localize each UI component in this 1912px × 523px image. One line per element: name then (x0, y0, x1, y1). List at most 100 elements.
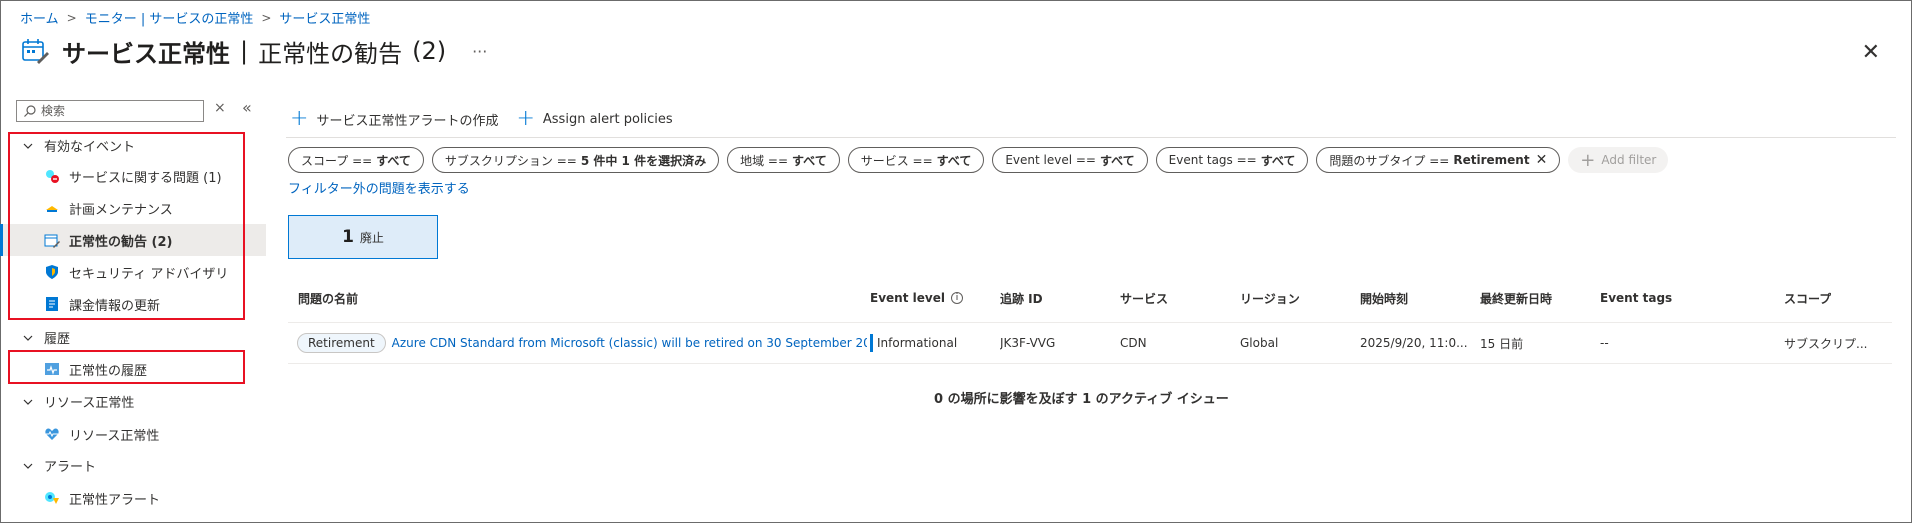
alert-icon (44, 490, 60, 506)
filter-key: サブスクリプション == (444, 153, 577, 168)
search-input[interactable] (41, 104, 191, 118)
collapse-sidebar-button[interactable]: « (242, 98, 252, 117)
filter-scope[interactable]: スコープ == すべて (288, 147, 424, 173)
assign-alert-policies-button[interactable]: + Assign alert policies (516, 108, 672, 130)
filter-bar: スコープ == すべて サブスクリプション == 5 件中 1 件を選択済み 地域 … (288, 147, 1669, 173)
filter-event-tags[interactable]: Event tags == すべて (1155, 147, 1309, 173)
plus-icon: + (290, 106, 309, 131)
search-icon (24, 105, 36, 117)
add-filter-button[interactable]: + Add filter (1568, 147, 1669, 173)
remove-filter-icon[interactable]: ✕ (1536, 152, 1548, 168)
filter-key: サービス == (860, 153, 933, 168)
column-header-last-updated[interactable]: 最終更新日時 (1480, 284, 1552, 312)
chevron-down-icon (23, 463, 33, 469)
group-label: リソース正常性 (44, 396, 135, 411)
sidebar-item-resource-health[interactable]: リソース正常性 (0, 418, 266, 450)
command-bar: + サービス正常性アラートの作成 + Assign alert policies (290, 108, 673, 130)
filter-value: すべて (1099, 153, 1135, 168)
filter-subscription[interactable]: サブスクリプション == 5 件中 1 件を選択済み (431, 147, 720, 173)
filter-event-level[interactable]: Event level == すべて (992, 147, 1148, 173)
highlight-box-active-events (8, 132, 245, 320)
column-header-tracking-id[interactable]: 追跡 ID (1000, 284, 1043, 312)
region-cell: Global (1240, 336, 1279, 350)
retirement-badge: Retirement (297, 333, 386, 353)
issue-name-cell: Retirement Azure CDN Standard from Micro… (297, 323, 867, 363)
add-filter-label: Add filter (1601, 153, 1657, 167)
column-header-region[interactable]: リージョン (1240, 284, 1300, 312)
service-health-icon (22, 39, 49, 64)
sidebar-item-label: リソース正常性 (69, 428, 160, 444)
breadcrumb-home[interactable]: ホーム (20, 8, 59, 27)
scope-cell: サブスクリプ... (1784, 336, 1868, 351)
column-header-event-tags[interactable]: Event tags (1600, 284, 1672, 312)
close-button[interactable]: ✕ (1862, 40, 1880, 65)
filter-key: Event level == (1005, 153, 1096, 167)
column-header-label: Event level (870, 291, 945, 305)
filter-value: すべて (1260, 153, 1296, 168)
issue-link[interactable]: Azure CDN Standard from Microsoft (class… (392, 336, 867, 350)
command-label: Assign alert policies (542, 111, 673, 127)
event-tags-cell: -- (1600, 336, 1609, 350)
sidebar: × « 有効なイベント サービスに関する問題 (1) 計画メンテナンス 正常性の… (0, 96, 266, 523)
group-alerts[interactable]: アラート (22, 456, 96, 475)
start-time-cell: 2025/9/20, 11:0... (1360, 336, 1468, 350)
info-icon[interactable]: i (950, 292, 963, 304)
filter-value: すべて (936, 153, 972, 168)
filter-key: Event tags == (1168, 153, 1257, 167)
breadcrumb-separator: > (261, 10, 272, 25)
event-level-cell: Informational (870, 323, 957, 363)
chevron-down-icon (23, 335, 33, 341)
create-health-alert-button[interactable]: + サービス正常性アラートの作成 (290, 108, 498, 130)
breadcrumb-monitor[interactable]: モニター | サービスの正常性 (85, 8, 254, 27)
filter-service[interactable]: サービス == すべて (847, 147, 985, 173)
more-options-button[interactable]: ··· (472, 42, 487, 61)
summary-tile-retirement[interactable]: 1 廃止 (288, 215, 438, 259)
filter-value: 5 件中 1 件を選択済み (580, 153, 707, 168)
filter-key: 問題のサブタイプ == (1329, 153, 1450, 168)
group-label: アラート (44, 460, 97, 475)
level-indicator (870, 334, 873, 352)
last-updated-cell: 15 日前 (1480, 336, 1524, 351)
window-frame (0, 0, 1912, 523)
plus-icon: + (1580, 149, 1596, 171)
column-header-start-time[interactable]: 開始時刻 (1360, 284, 1408, 312)
plus-icon: + (516, 106, 535, 131)
highlight-box-history (8, 350, 245, 384)
column-header-name[interactable]: 問題の名前 (298, 284, 358, 312)
table-header: 問題の名前 Event level i 追跡 ID サービス リージョン 開始時… (288, 284, 1892, 312)
page-header: サービス正常性 | 正常性の勧告 (2) ··· (20, 34, 487, 68)
breadcrumb-separator: > (66, 10, 77, 25)
tracking-id-cell: JK3F-VVG (1000, 336, 1056, 350)
column-header-service[interactable]: サービス (1120, 284, 1168, 312)
group-label: 履歴 (44, 332, 71, 347)
heart-pulse-icon (44, 426, 60, 442)
filter-key: スコープ == (301, 153, 373, 168)
page-title: サービス正常性 (62, 39, 230, 68)
divider (286, 137, 1896, 138)
title-separator: | (240, 37, 249, 65)
group-history[interactable]: 履歴 (22, 328, 70, 347)
clear-search-button[interactable]: × (214, 100, 226, 116)
page-subtitle: 正常性の勧告 (258, 39, 403, 68)
active-issues-summary: 0 の場所に影響を及ぼす 1 のアクティブ イシュー (934, 392, 1229, 407)
group-resource-health[interactable]: リソース正常性 (22, 392, 134, 411)
filter-region[interactable]: 地域 == すべて (727, 147, 840, 173)
sidebar-search[interactable] (16, 100, 204, 122)
command-label: サービス正常性アラートの作成 (316, 113, 499, 129)
filter-issue-subtype[interactable]: 問題のサブタイプ == Retirement ✕ (1316, 147, 1561, 173)
chevron-down-icon (23, 399, 33, 405)
table-row[interactable]: Retirement Azure CDN Standard from Micro… (288, 322, 1892, 364)
sidebar-item-label: 正常性アラート (69, 492, 161, 508)
show-filtered-out-link[interactable]: フィルター外の問題を表示する (288, 178, 470, 197)
title-count: (2) (412, 37, 447, 65)
breadcrumb-service-health[interactable]: サービス正常性 (279, 8, 370, 27)
filter-value: すべて (792, 153, 827, 168)
filter-key: 地域 == (740, 153, 789, 168)
column-header-event-level[interactable]: Event level i (870, 284, 963, 312)
summary-count: 1 (342, 227, 354, 247)
sidebar-item-health-alerts[interactable]: 正常性アラート (0, 482, 266, 514)
summary-label: 廃止 (359, 230, 384, 245)
column-header-scope[interactable]: スコープ (1784, 284, 1831, 312)
breadcrumb: ホーム > モニター | サービスの正常性 > サービス正常性 (20, 8, 370, 28)
service-cell: CDN (1120, 336, 1147, 350)
